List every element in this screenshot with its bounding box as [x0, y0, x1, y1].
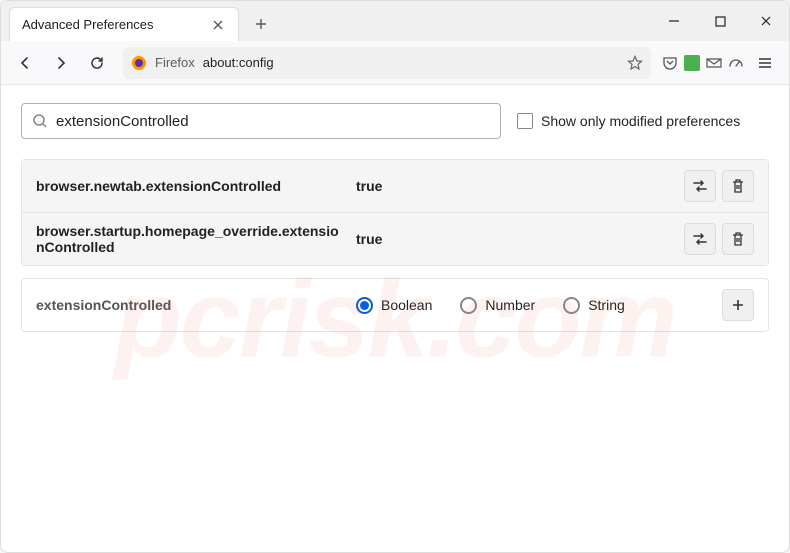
extension-green-icon[interactable] — [683, 54, 701, 72]
radio-boolean[interactable]: Boolean — [356, 297, 432, 314]
firefox-icon — [131, 55, 147, 71]
type-radio-group: Boolean Number String — [356, 297, 712, 314]
minimize-button[interactable] — [651, 1, 697, 41]
maximize-button[interactable] — [697, 1, 743, 41]
reload-button[interactable] — [81, 47, 113, 79]
radio-icon — [563, 297, 580, 314]
bookmark-icon[interactable] — [627, 55, 643, 71]
delete-button[interactable] — [722, 170, 754, 202]
pref-actions — [684, 170, 754, 202]
pref-actions — [722, 289, 754, 321]
toggle-button[interactable] — [684, 223, 716, 255]
checkbox-icon — [517, 113, 533, 129]
radio-label: Boolean — [381, 297, 432, 313]
new-pref-name: extensionControlled — [36, 297, 346, 313]
back-button[interactable] — [9, 47, 41, 79]
content: Show only modified preferences browser.n… — [1, 85, 789, 552]
menu-button[interactable] — [749, 47, 781, 79]
pref-name: browser.startup.homepage_override.extens… — [36, 223, 346, 255]
addressbar[interactable]: Firefox about:config — [123, 47, 651, 79]
radio-icon — [460, 297, 477, 314]
radio-icon — [356, 297, 373, 314]
pocket-icon[interactable] — [661, 54, 679, 72]
new-pref-row: extensionControlled Boolean Number Strin… — [22, 279, 768, 331]
addr-label: Firefox — [155, 55, 195, 70]
new-tab-button[interactable] — [247, 10, 275, 38]
radio-label: Number — [485, 297, 535, 313]
search-box[interactable] — [21, 103, 501, 139]
delete-button[interactable] — [722, 223, 754, 255]
forward-button[interactable] — [45, 47, 77, 79]
tab-close-icon[interactable] — [210, 17, 226, 33]
pref-actions — [684, 223, 754, 255]
tab-title: Advanced Preferences — [22, 17, 210, 32]
window-controls — [651, 1, 789, 41]
pref-value: true — [356, 178, 674, 194]
close-button[interactable] — [743, 1, 789, 41]
pref-row: browser.newtab.extensionControlled true — [22, 160, 768, 213]
radio-label: String — [588, 297, 625, 313]
radio-number[interactable]: Number — [460, 297, 535, 314]
radio-string[interactable]: String — [563, 297, 625, 314]
search-icon — [32, 113, 48, 129]
mail-icon[interactable] — [705, 54, 723, 72]
tab[interactable]: Advanced Preferences — [9, 7, 239, 41]
titlebar: Advanced Preferences — [1, 1, 789, 41]
search-input[interactable] — [56, 113, 490, 130]
toolbar: Firefox about:config — [1, 41, 789, 85]
pref-name: browser.newtab.extensionControlled — [36, 178, 346, 194]
pref-value: true — [356, 231, 674, 247]
new-pref-row-wrap: extensionControlled Boolean Number Strin… — [21, 278, 769, 332]
toggle-button[interactable] — [684, 170, 716, 202]
show-modified-checkbox[interactable]: Show only modified preferences — [517, 113, 740, 129]
pref-row: browser.startup.homepage_override.extens… — [22, 213, 768, 265]
search-row: Show only modified preferences — [21, 103, 769, 139]
add-button[interactable] — [722, 289, 754, 321]
checkbox-label: Show only modified preferences — [541, 113, 740, 129]
addr-url: about:config — [203, 55, 619, 70]
gauge-icon[interactable] — [727, 54, 745, 72]
pref-list: browser.newtab.extensionControlled true … — [21, 159, 769, 266]
